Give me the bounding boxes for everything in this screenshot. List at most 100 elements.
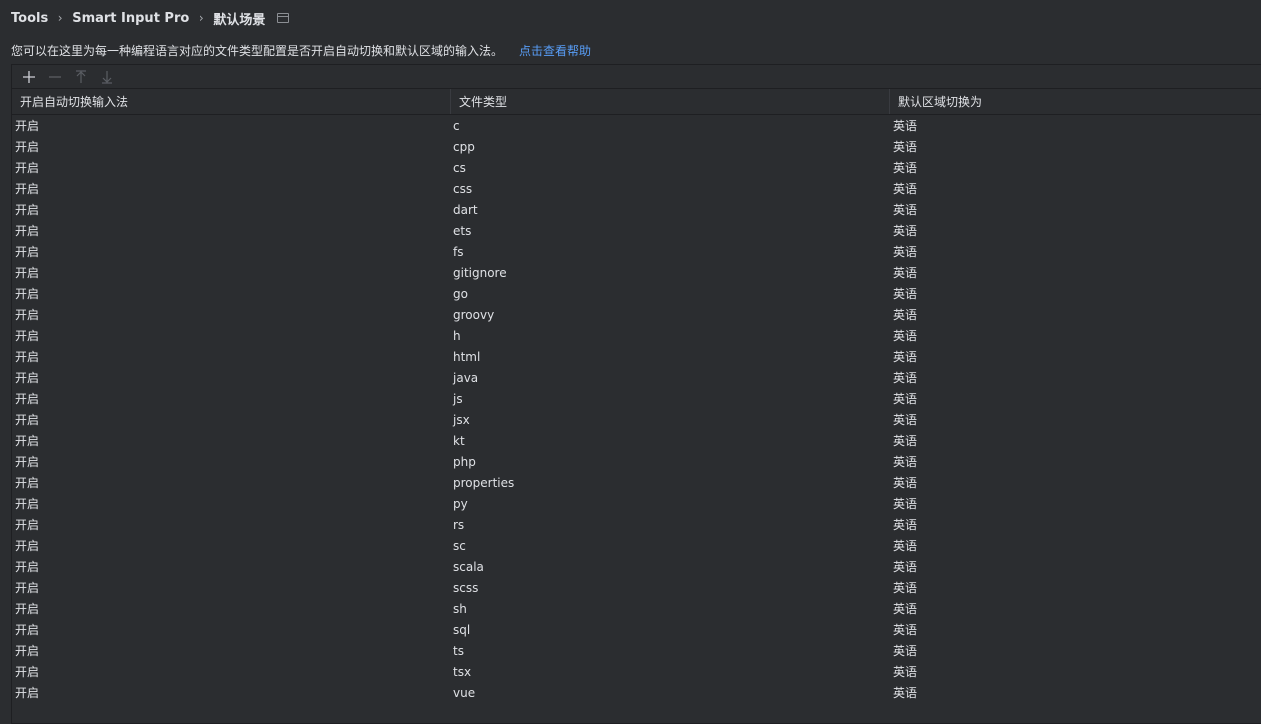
- table-row[interactable]: 开启 fs 英语: [12, 241, 1261, 262]
- cell-default-region[interactable]: 英语: [890, 663, 1261, 680]
- cell-file-type[interactable]: h: [451, 329, 890, 343]
- cell-file-type[interactable]: groovy: [451, 308, 890, 322]
- cell-auto-switch[interactable]: 开启: [12, 117, 451, 134]
- cell-file-type[interactable]: cs: [451, 161, 890, 175]
- cell-file-type[interactable]: rs: [451, 518, 890, 532]
- table-row[interactable]: 开启 rs 英语: [12, 514, 1261, 535]
- breadcrumb-item-tools[interactable]: Tools: [11, 11, 48, 26]
- cell-auto-switch[interactable]: 开启: [12, 537, 451, 554]
- cell-default-region[interactable]: 英语: [890, 621, 1261, 638]
- cell-auto-switch[interactable]: 开启: [12, 285, 451, 302]
- cell-default-region[interactable]: 英语: [890, 516, 1261, 533]
- cell-default-region[interactable]: 英语: [890, 474, 1261, 491]
- remove-button[interactable]: [42, 66, 68, 88]
- cell-default-region[interactable]: 英语: [890, 327, 1261, 344]
- cell-file-type[interactable]: go: [451, 287, 890, 301]
- cell-auto-switch[interactable]: 开启: [12, 495, 451, 512]
- move-up-button[interactable]: [68, 66, 94, 88]
- cell-auto-switch[interactable]: 开启: [12, 516, 451, 533]
- cell-auto-switch[interactable]: 开启: [12, 432, 451, 449]
- cell-auto-switch[interactable]: 开启: [12, 306, 451, 323]
- cell-file-type[interactable]: vue: [451, 686, 890, 700]
- table-row[interactable]: 开启 css 英语: [12, 178, 1261, 199]
- cell-default-region[interactable]: 英语: [890, 306, 1261, 323]
- cell-file-type[interactable]: ts: [451, 644, 890, 658]
- cell-file-type[interactable]: ets: [451, 224, 890, 238]
- cell-auto-switch[interactable]: 开启: [12, 663, 451, 680]
- column-header-auto-switch[interactable]: 开启自动切换输入法: [12, 89, 451, 114]
- cell-default-region[interactable]: 英语: [890, 600, 1261, 617]
- column-header-default-region[interactable]: 默认区域切换为: [890, 89, 1261, 114]
- cell-auto-switch[interactable]: 开启: [12, 180, 451, 197]
- cell-file-type[interactable]: c: [451, 119, 890, 133]
- table-row[interactable]: 开启 dart 英语: [12, 199, 1261, 220]
- cell-auto-switch[interactable]: 开启: [12, 264, 451, 281]
- table-row[interactable]: 开启 tsx 英语: [12, 661, 1261, 682]
- cell-default-region[interactable]: 英语: [890, 243, 1261, 260]
- table-row[interactable]: 开启 cs 英语: [12, 157, 1261, 178]
- table-row[interactable]: 开启 scala 英语: [12, 556, 1261, 577]
- cell-file-type[interactable]: html: [451, 350, 890, 364]
- table-row[interactable]: 开启 sql 英语: [12, 619, 1261, 640]
- cell-auto-switch[interactable]: 开启: [12, 600, 451, 617]
- table-row[interactable]: 开启 java 英语: [12, 367, 1261, 388]
- cell-default-region[interactable]: 英语: [890, 180, 1261, 197]
- cell-file-type[interactable]: py: [451, 497, 890, 511]
- cell-auto-switch[interactable]: 开启: [12, 474, 451, 491]
- table-row[interactable]: 开启 go 英语: [12, 283, 1261, 304]
- table-row[interactable]: 开启 ts 英语: [12, 640, 1261, 661]
- move-down-button[interactable]: [94, 66, 120, 88]
- cell-file-type[interactable]: kt: [451, 434, 890, 448]
- cell-file-type[interactable]: php: [451, 455, 890, 469]
- cell-default-region[interactable]: 英语: [890, 138, 1261, 155]
- cell-auto-switch[interactable]: 开启: [12, 642, 451, 659]
- table-row[interactable]: 开启 kt 英语: [12, 430, 1261, 451]
- table-row[interactable]: 开启 c 英语: [12, 115, 1261, 136]
- cell-auto-switch[interactable]: 开启: [12, 348, 451, 365]
- cell-auto-switch[interactable]: 开启: [12, 138, 451, 155]
- table-row[interactable]: 开启 jsx 英语: [12, 409, 1261, 430]
- cell-file-type[interactable]: fs: [451, 245, 890, 259]
- table-row[interactable]: 开启 vue 英语: [12, 682, 1261, 703]
- cell-default-region[interactable]: 英语: [890, 159, 1261, 176]
- cell-file-type[interactable]: js: [451, 392, 890, 406]
- cell-auto-switch[interactable]: 开启: [12, 201, 451, 218]
- cell-default-region[interactable]: 英语: [890, 201, 1261, 218]
- table-row[interactable]: 开启 gitignore 英语: [12, 262, 1261, 283]
- cell-default-region[interactable]: 英语: [890, 264, 1261, 281]
- cell-auto-switch[interactable]: 开启: [12, 243, 451, 260]
- cell-default-region[interactable]: 英语: [890, 537, 1261, 554]
- cell-file-type[interactable]: tsx: [451, 665, 890, 679]
- cell-default-region[interactable]: 英语: [890, 579, 1261, 596]
- cell-auto-switch[interactable]: 开启: [12, 369, 451, 386]
- help-link[interactable]: 点击查看帮助: [519, 42, 591, 59]
- cell-default-region[interactable]: 英语: [890, 432, 1261, 449]
- cell-default-region[interactable]: 英语: [890, 117, 1261, 134]
- cell-file-type[interactable]: sql: [451, 623, 890, 637]
- cell-file-type[interactable]: properties: [451, 476, 890, 490]
- cell-default-region[interactable]: 英语: [890, 558, 1261, 575]
- cell-default-region[interactable]: 英语: [890, 684, 1261, 701]
- table-row[interactable]: 开启 ets 英语: [12, 220, 1261, 241]
- cell-file-type[interactable]: sc: [451, 539, 890, 553]
- table-row[interactable]: 开启 js 英语: [12, 388, 1261, 409]
- breadcrumb-item-smart-input-pro[interactable]: Smart Input Pro: [72, 11, 189, 26]
- table-row[interactable]: 开启 groovy 英语: [12, 304, 1261, 325]
- cell-default-region[interactable]: 英语: [890, 222, 1261, 239]
- cell-default-region[interactable]: 英语: [890, 369, 1261, 386]
- cell-auto-switch[interactable]: 开启: [12, 327, 451, 344]
- cell-file-type[interactable]: java: [451, 371, 890, 385]
- cell-file-type[interactable]: cpp: [451, 140, 890, 154]
- table-row[interactable]: 开启 scss 英语: [12, 577, 1261, 598]
- table-row[interactable]: 开启 py 英语: [12, 493, 1261, 514]
- table-row[interactable]: 开启 cpp 英语: [12, 136, 1261, 157]
- table-row[interactable]: 开启 h 英语: [12, 325, 1261, 346]
- cell-file-type[interactable]: scala: [451, 560, 890, 574]
- cell-auto-switch[interactable]: 开启: [12, 684, 451, 701]
- cell-default-region[interactable]: 英语: [890, 642, 1261, 659]
- cell-file-type[interactable]: gitignore: [451, 266, 890, 280]
- cell-default-region[interactable]: 英语: [890, 495, 1261, 512]
- cell-default-region[interactable]: 英语: [890, 390, 1261, 407]
- cell-auto-switch[interactable]: 开启: [12, 390, 451, 407]
- cell-file-type[interactable]: sh: [451, 602, 890, 616]
